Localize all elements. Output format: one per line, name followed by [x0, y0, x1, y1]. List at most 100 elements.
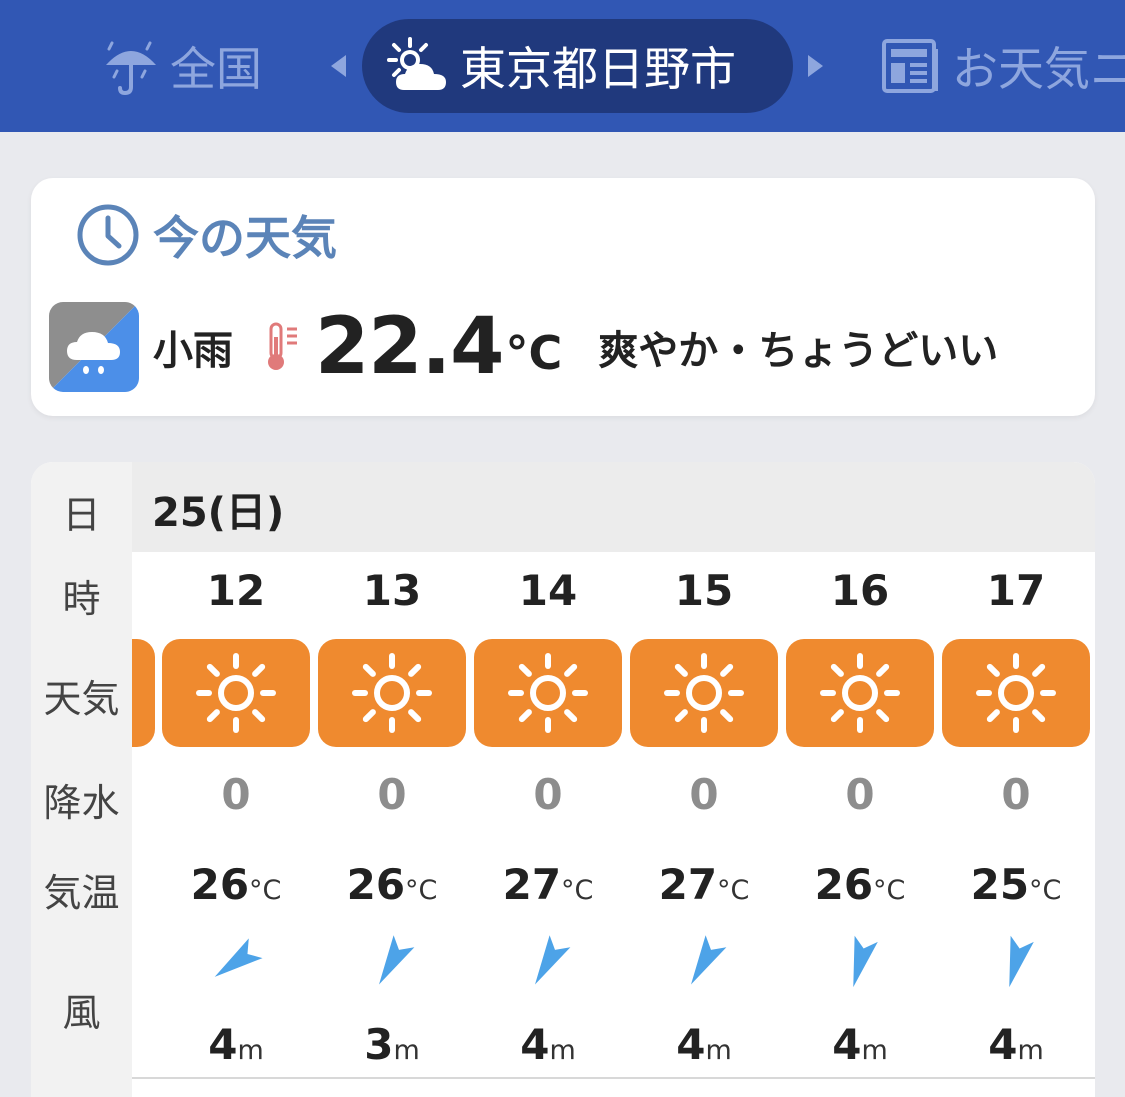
- wind-direction-arrow-icon: [535, 935, 571, 985]
- temperature-number: 26: [190, 860, 250, 909]
- temperature-number: 27: [502, 860, 562, 909]
- row-labels: 日 時 天気 降水 気温 風: [31, 462, 132, 1097]
- temperature-value: 25°C: [942, 860, 1090, 909]
- newspaper-icon: [882, 39, 938, 93]
- temperature-value: 26°C: [162, 860, 310, 909]
- weather-tile: [630, 639, 778, 747]
- nav-national-label: 全国: [170, 42, 262, 96]
- current-weather-title: 今の天気: [75, 202, 337, 268]
- wind-speed-value: 4m: [942, 1020, 1090, 1069]
- wind-direction-arrow-icon: [691, 935, 727, 985]
- wind-speed-unit: m: [861, 1035, 888, 1066]
- row-label-day: 日: [62, 493, 101, 537]
- hourly-forecast-card: 25(日) 12 0 26°C 4m 13 0 26°C 3m 14 0 27°C 4m 15 0 27°C…: [31, 462, 1095, 1097]
- wind-speed-unit: m: [1017, 1035, 1044, 1066]
- clock-icon: [77, 204, 139, 266]
- temperature-unit: °C: [717, 875, 750, 906]
- nav-national[interactable]: 全国: [100, 0, 262, 132]
- current-feel: 爽やか・ちょうどいい: [598, 328, 999, 374]
- current-weather-card: 今の天気 小雨 22.4 °C 爽やか・ちょうどいい: [31, 178, 1095, 416]
- weather-tile: [942, 639, 1090, 747]
- sun-cloud-icon: [387, 37, 446, 90]
- umbrella-rain-icon: [106, 41, 156, 96]
- wind-speed-value: 3m: [318, 1020, 466, 1069]
- thermometer-icon: [268, 322, 297, 370]
- wind-speed-unit: m: [237, 1035, 264, 1066]
- sun-icon: [976, 653, 1056, 733]
- wind-direction-arrow-icon: [214, 938, 263, 977]
- wind-speed-value: 4m: [162, 1020, 310, 1069]
- temperature-unit: °C: [405, 875, 438, 906]
- hour-label: 14: [518, 566, 578, 615]
- row-label-temp: 気温: [43, 871, 120, 915]
- temperature-value: 27°C: [630, 860, 778, 909]
- divider: [31, 1077, 1095, 1079]
- weather-tile: [162, 639, 310, 747]
- next-location-arrow-icon[interactable]: [808, 55, 823, 77]
- wind-speed-unit: m: [393, 1035, 420, 1066]
- temperature-unit: °C: [561, 875, 594, 906]
- wind-speed-number: 3: [364, 1020, 394, 1069]
- wind-speed-unit: m: [705, 1035, 732, 1066]
- hour-label: 15: [674, 566, 734, 615]
- hour-label: 17: [986, 566, 1046, 615]
- hour-column[interactable]: 13 0 26°C 3m: [318, 462, 474, 1097]
- current-weather-title-text: 今の天気: [153, 211, 337, 265]
- wind-direction-arrow-icon: [853, 935, 878, 988]
- temperature-number: 26: [814, 860, 874, 909]
- temperature-value: 27°C: [474, 860, 622, 909]
- precipitation-value: 0: [845, 770, 875, 819]
- precipitation-value: 0: [221, 770, 251, 819]
- hour-label: 16: [830, 566, 890, 615]
- hour-column[interactable]: 12 0 26°C 4m: [162, 462, 318, 1097]
- row-label-hour: 時: [62, 577, 101, 621]
- wind-speed-number: 4: [988, 1020, 1018, 1069]
- nav-current-location[interactable]: 東京都日野市: [362, 19, 793, 113]
- wind-speed-unit: m: [549, 1035, 576, 1066]
- light-rain-icon: [49, 302, 139, 392]
- nav-news-label: お天気ニ: [952, 42, 1125, 96]
- sun-icon: [352, 653, 432, 733]
- prev-location-arrow-icon[interactable]: [331, 55, 346, 77]
- current-condition: 小雨: [153, 328, 233, 374]
- wind-speed-number: 4: [520, 1020, 550, 1069]
- nav-weather-news[interactable]: お天気ニ: [880, 0, 1125, 132]
- weather-tile: [474, 639, 622, 747]
- hour-label: 13: [362, 566, 422, 615]
- temperature-unit: °C: [249, 875, 282, 906]
- precipitation-value: 0: [689, 770, 719, 819]
- wind-speed-number: 4: [676, 1020, 706, 1069]
- precipitation-value: 0: [377, 770, 407, 819]
- top-navigation: 全国 東京都日野市 お天気ニ: [0, 0, 1125, 132]
- hour-label: 12: [206, 566, 266, 615]
- precipitation-value: 0: [1001, 770, 1031, 819]
- sun-icon: [508, 653, 588, 733]
- weather-tile: [318, 639, 466, 747]
- hour-column[interactable]: 16 0 26°C 4m: [786, 462, 942, 1097]
- precipitation-value: 0: [533, 770, 563, 819]
- hour-column[interactable]: 15 0 27°C 4m: [630, 462, 786, 1097]
- hour-column[interactable]: 14 0 27°C 4m: [474, 462, 630, 1097]
- current-location-label: 東京都日野市: [460, 42, 736, 96]
- wind-speed-number: 4: [832, 1020, 862, 1069]
- sun-icon: [196, 653, 276, 733]
- wind-speed-value: 4m: [786, 1020, 934, 1069]
- current-temperature-unit: °C: [505, 326, 563, 380]
- wind-speed-value: 4m: [630, 1020, 778, 1069]
- temperature-value: 26°C: [786, 860, 934, 909]
- temperature-number: 25: [970, 860, 1030, 909]
- row-label-weather: 天気: [43, 677, 120, 721]
- row-label-precip: 降水: [43, 781, 120, 825]
- weather-tile: [786, 639, 934, 747]
- temperature-unit: °C: [873, 875, 906, 906]
- wind-speed-number: 4: [208, 1020, 238, 1069]
- temperature-number: 27: [658, 860, 718, 909]
- wind-direction-arrow-icon: [379, 935, 415, 985]
- temperature-number: 26: [346, 860, 406, 909]
- row-label-wind: 風: [62, 991, 101, 1035]
- temperature-value: 26°C: [318, 860, 466, 909]
- wind-direction-arrow-icon: [1009, 935, 1034, 988]
- hour-column[interactable]: 17 0 25°C 4m: [942, 462, 1095, 1097]
- temperature-unit: °C: [1029, 875, 1062, 906]
- current-weather-row: 小雨 22.4 °C 爽やか・ちょうどいい: [49, 302, 1089, 392]
